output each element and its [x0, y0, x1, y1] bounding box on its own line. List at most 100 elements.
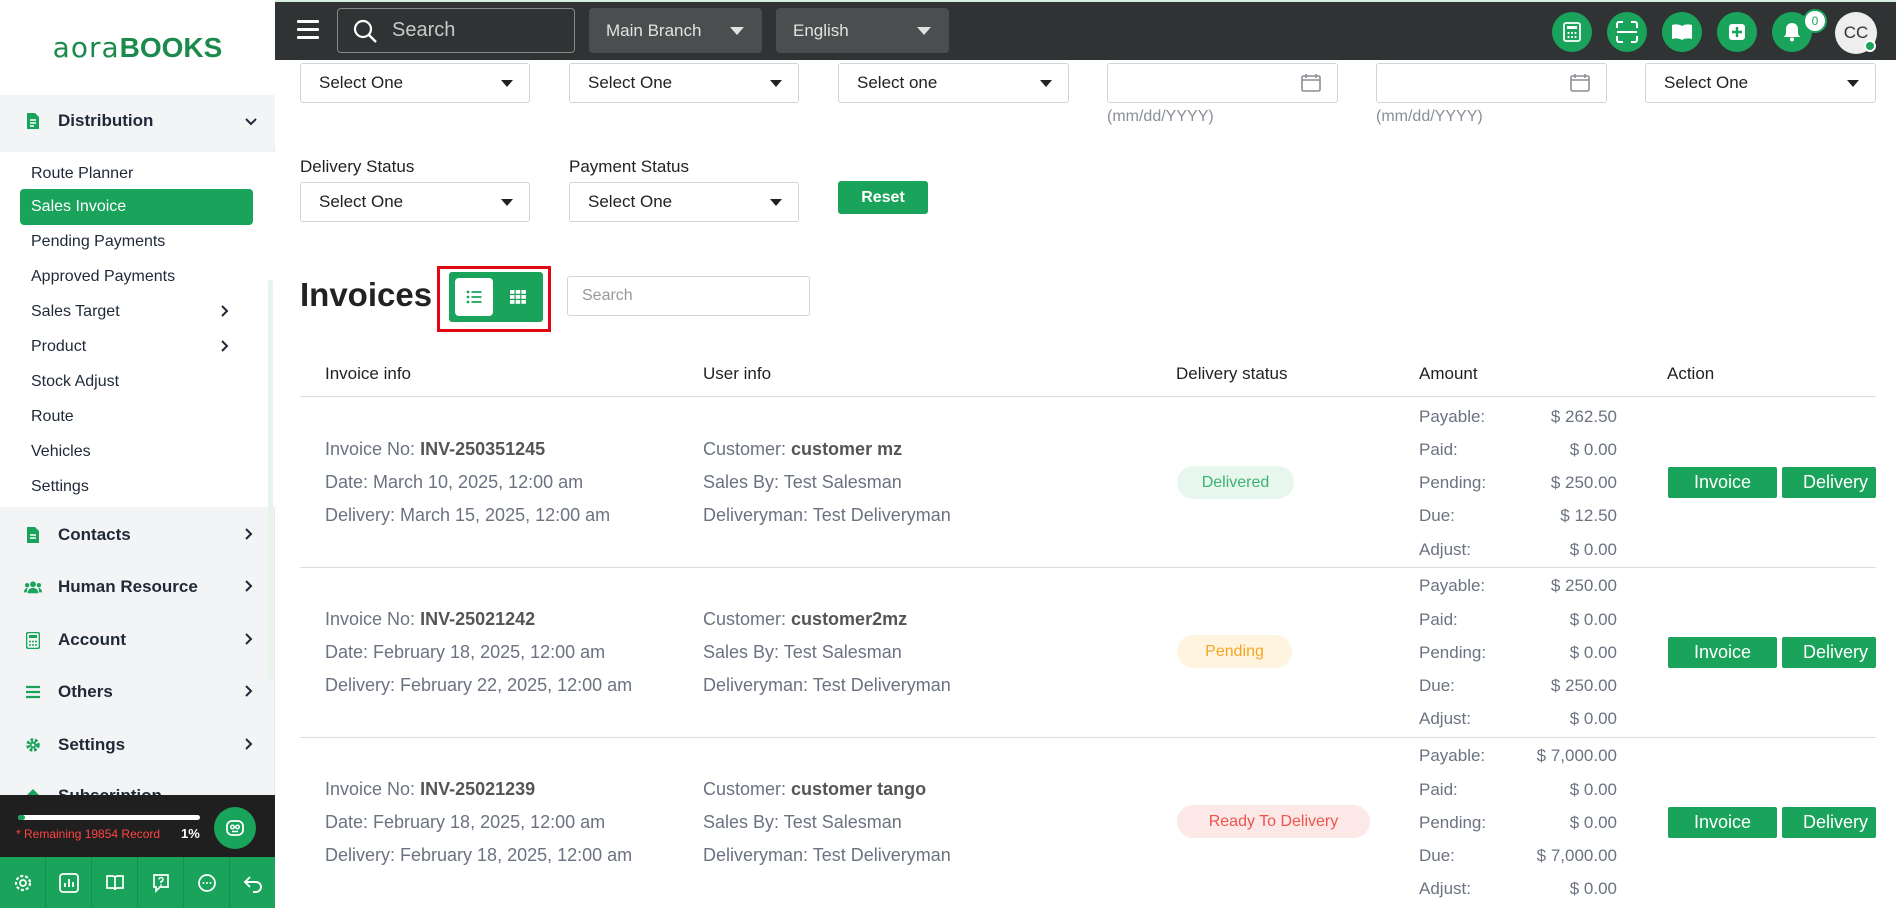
nav-account[interactable]: Account	[0, 614, 275, 666]
nav-distribution[interactable]: Distribution	[0, 95, 275, 147]
amount-label: Adjust:	[1419, 709, 1471, 728]
list-view-button[interactable]	[455, 278, 493, 316]
invoice-number: Invoice No: INV-25021242	[325, 609, 535, 630]
record-progress-fill	[18, 815, 26, 820]
deliveryman: Deliveryman: Test Deliveryman	[703, 845, 951, 865]
delivery-button[interactable]: Delivery	[1782, 637, 1876, 668]
tool-chat[interactable]	[184, 857, 230, 908]
sidebar-item-label: Sales Target	[31, 303, 120, 320]
filter-select-4[interactable]: Select One	[1645, 63, 1876, 103]
invoice-delivery-date: Delivery: March 15, 2025, 12:00 am	[325, 505, 611, 525]
deliveryman: Deliveryman: Test Deliveryman	[703, 505, 951, 525]
amount-label: Due:	[1419, 506, 1455, 525]
delivery-button[interactable]: Delivery	[1782, 807, 1876, 838]
online-status-dot	[1864, 40, 1876, 52]
customer-value: customer tango	[791, 779, 927, 799]
sidebar-item-product[interactable]: Product	[20, 329, 253, 365]
amount-adjust: $ 0.00	[1569, 540, 1617, 559]
amount-label: Pending:	[1419, 643, 1487, 662]
filter-select-4-value: Select One	[1664, 73, 1749, 92]
nav-subscription-label: Subscription	[58, 786, 275, 795]
invoice-button[interactable]: Invoice	[1668, 807, 1777, 838]
amount-due: $ 7,000.00	[1536, 846, 1617, 865]
tool-help[interactable]	[138, 857, 184, 908]
customer-value: customer2mz	[791, 609, 908, 629]
amount-label: Payable:	[1419, 576, 1486, 595]
reset-button[interactable]: Reset	[838, 181, 928, 214]
delivery-status-value: Select One	[319, 192, 404, 211]
payment-status-select[interactable]: Select One	[569, 182, 799, 222]
invoice-delivery-date: Delivery: February 18, 2025, 12:00 am	[325, 845, 633, 865]
grid-view-button[interactable]	[499, 278, 537, 316]
col-delivery-status: Delivery status	[1176, 364, 1288, 383]
menu-toggle-icon[interactable]	[297, 20, 319, 40]
ai-assistant-button[interactable]	[214, 807, 256, 849]
amount-label: Paid:	[1419, 440, 1458, 459]
amount-label: Adjust:	[1419, 540, 1471, 559]
nav-contacts[interactable]: Contacts	[0, 509, 275, 561]
users-icon	[24, 578, 42, 596]
delivery-status-label: Delivery Status	[300, 157, 415, 176]
calculator-button[interactable]	[1552, 12, 1592, 52]
sidebar-item-route-planner[interactable]: Route Planner	[20, 156, 253, 192]
invoice-search-input[interactable]: Search	[567, 276, 810, 316]
tool-back[interactable]	[230, 857, 275, 908]
chart-icon	[58, 872, 79, 893]
calculator-icon	[1563, 22, 1581, 42]
sidebar: aora BOOKS Distribution Route Planner Sal…	[0, 0, 275, 908]
invoice-button[interactable]: Invoice	[1668, 467, 1777, 498]
sidebar-scrollbar[interactable]	[268, 280, 273, 680]
sidebar-item-sales-invoice[interactable]: Sales Invoice	[20, 189, 253, 225]
tool-settings[interactable]	[0, 857, 46, 908]
tool-reports[interactable]	[46, 857, 92, 908]
undo-icon	[243, 875, 262, 893]
filter-select-2[interactable]: Select One	[569, 63, 799, 103]
filter-select-1[interactable]: Select One	[300, 63, 530, 103]
gear-icon	[14, 874, 31, 891]
sidebar-item-label: Product	[31, 338, 87, 355]
sidebar-item-label: Pending Payments	[31, 233, 166, 250]
chevron-right-icon	[221, 339, 229, 355]
filter-select-3[interactable]: Select one	[838, 63, 1069, 103]
language-select[interactable]: English	[776, 8, 949, 53]
nav-subscription[interactable]: Subscription	[0, 772, 275, 795]
nav-account-label: Account	[58, 630, 126, 649]
logo-books: BOOKS	[119, 31, 223, 63]
caret-down-icon	[501, 80, 513, 87]
brand-logo[interactable]: aora BOOKS	[0, 0, 275, 95]
sidebar-item-pending-payments[interactable]: Pending Payments	[20, 224, 253, 260]
amount-payable: $ 7,000.00	[1536, 746, 1617, 765]
nav-human-resource[interactable]: Human Resource	[0, 561, 275, 613]
end-date-input[interactable]	[1376, 63, 1607, 103]
invoice-button[interactable]: Invoice	[1668, 637, 1777, 668]
sidebar-item-route[interactable]: Route	[20, 399, 253, 435]
sidebar-item-sales-target[interactable]: Sales Target	[20, 294, 253, 330]
sidebar-item-settings-sub[interactable]: Settings	[20, 469, 253, 505]
record-usage-panel: * Remaining 19854 Record 1%	[0, 795, 275, 857]
document-icon	[24, 112, 42, 130]
amount-paid: $ 0.00	[1569, 780, 1617, 799]
delivery-button[interactable]: Delivery	[1782, 467, 1876, 498]
sidebar-item-vehicles[interactable]: Vehicles	[20, 434, 253, 470]
start-date-input[interactable]	[1107, 63, 1338, 103]
quick-add-button[interactable]	[1717, 12, 1757, 52]
invoice-date: Date: February 18, 2025, 12:00 am	[325, 812, 606, 832]
nav-settings[interactable]: Settings	[0, 719, 275, 771]
sidebar-item-stock-adjust[interactable]: Stock Adjust	[20, 364, 253, 400]
delivery-status-select[interactable]: Select One	[300, 182, 530, 222]
invoice-date: Date: March 10, 2025, 12:00 am	[325, 472, 584, 492]
global-search-input[interactable]: Search	[337, 8, 575, 53]
branch-select[interactable]: Main Branch	[589, 8, 762, 53]
scanner-button[interactable]	[1607, 12, 1647, 52]
guide-button[interactable]	[1662, 12, 1702, 52]
customer: Customer: customer tango	[703, 779, 926, 800]
filter-select-3-value: Select one	[857, 73, 938, 92]
list-icon	[24, 683, 42, 701]
sidebar-item-approved-payments[interactable]: Approved Payments	[20, 259, 253, 295]
nav-others[interactable]: Others	[0, 666, 275, 718]
col-amount: Amount	[1419, 364, 1478, 383]
tool-docs[interactable]	[92, 857, 138, 908]
invoice-number-value: INV-250351245	[420, 439, 546, 459]
contacts-icon	[24, 526, 42, 544]
amount-label: Pending:	[1419, 473, 1487, 492]
